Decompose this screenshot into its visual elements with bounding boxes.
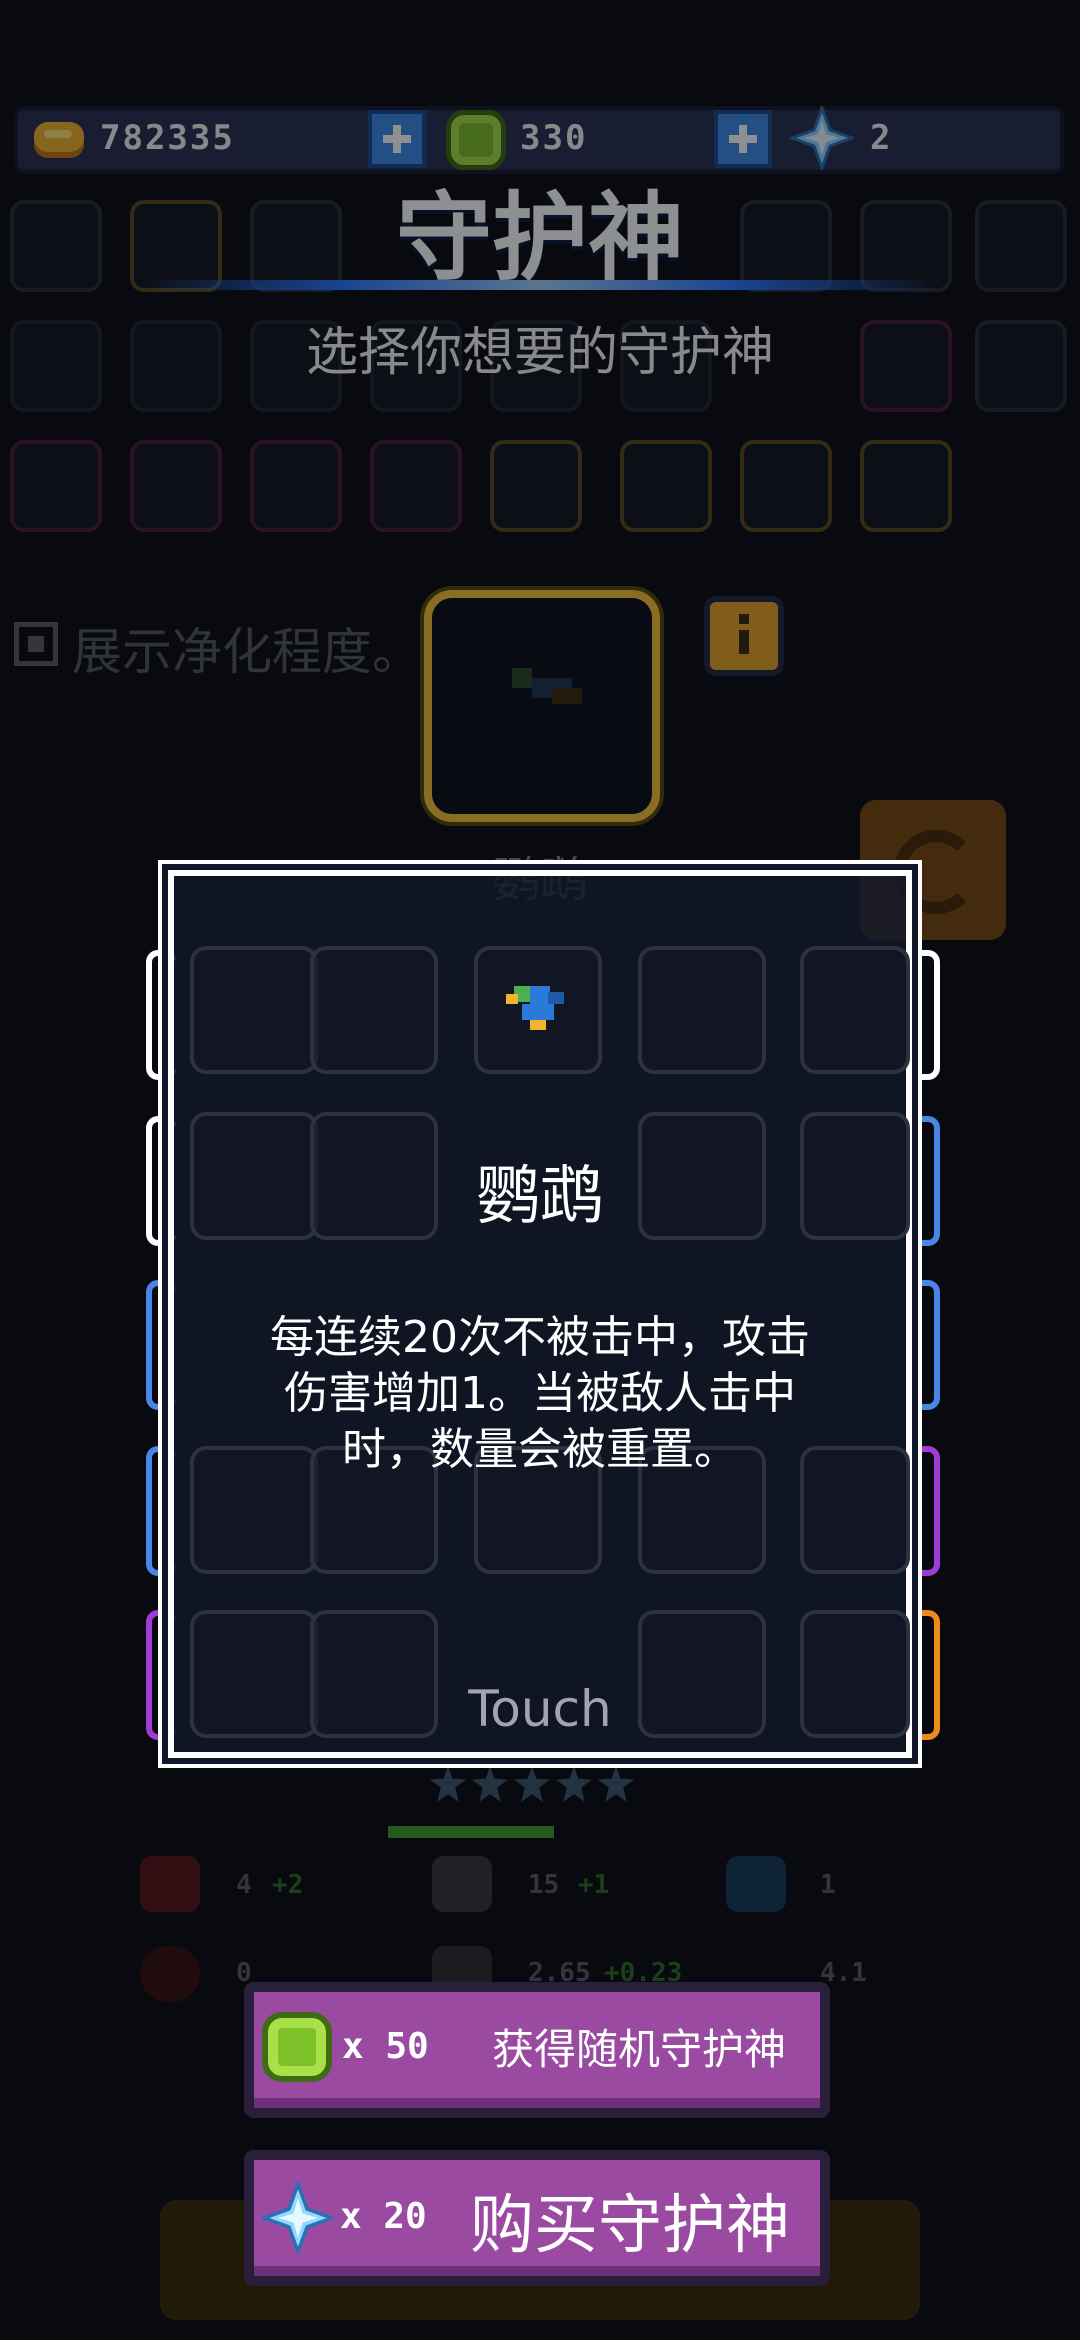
cost-label: x 50 <box>342 2026 429 2067</box>
modal-pet-description: 每连续20次不被击中，攻击 伤害增加1。当被敌人击中 时，数量会被重置。 <box>210 1310 870 1478</box>
modal-pet-name: 鹦鹉 <box>476 1160 604 1234</box>
cost-label: x 20 <box>340 2196 427 2237</box>
pet-slot-selected[interactable] <box>474 946 602 1074</box>
description-line: 伤害增加1。当被敌人击中 <box>284 1368 796 1419</box>
crystal-icon <box>262 2182 334 2254</box>
pet-slot[interactable] <box>190 946 318 1074</box>
parrot-icon <box>506 986 564 1030</box>
description-line: 每连续20次不被击中，攻击 <box>270 1312 810 1363</box>
modal-edge <box>910 1280 940 1410</box>
pet-slot[interactable] <box>638 946 766 1074</box>
cost-amount: 20 <box>383 2196 427 2237</box>
touch-to-close-hint[interactable]: Touch <box>168 1680 912 1738</box>
buy-guardian-label: 购买守护神 <box>470 2189 790 2263</box>
modal-edge <box>910 1116 940 1246</box>
description-line: 时，数量会被重置。 <box>342 1424 738 1475</box>
cost-prefix: x <box>342 2026 364 2067</box>
get-random-guardian-label: 获得随机守护神 <box>492 2025 787 2074</box>
pet-slot[interactable] <box>800 946 910 1074</box>
gem-icon <box>262 2012 332 2082</box>
cost-prefix: x <box>340 2196 362 2237</box>
cost-amount: 50 <box>385 2026 429 2067</box>
modal-edge <box>910 1610 940 1740</box>
modal-edge <box>910 950 940 1080</box>
modal-edge <box>910 1446 940 1576</box>
pet-slot[interactable] <box>310 946 438 1074</box>
